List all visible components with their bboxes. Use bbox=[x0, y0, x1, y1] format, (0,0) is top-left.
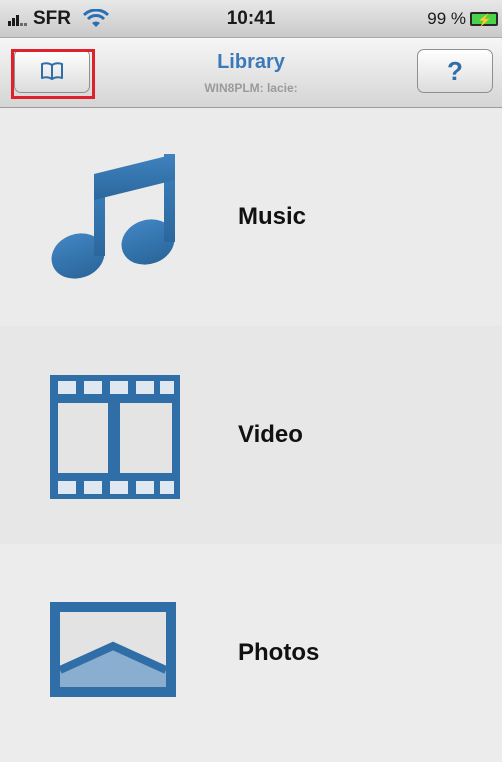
battery-icon: ⚡ bbox=[470, 12, 498, 27]
status-bar: SFR 10:41 99 % ⚡ bbox=[0, 0, 502, 38]
photo-icon bbox=[50, 602, 176, 697]
highlight-annotation bbox=[11, 49, 95, 99]
film-strip-icon bbox=[50, 375, 180, 499]
music-note-icon bbox=[51, 154, 175, 279]
library-list: Music Video Photos bbox=[0, 108, 502, 762]
list-item-video[interactable]: Video bbox=[0, 326, 502, 544]
help-label: ? bbox=[447, 55, 463, 86]
help-button[interactable]: ? bbox=[417, 49, 493, 93]
battery-percentage: 99 % bbox=[427, 9, 466, 28]
list-item-label: Music bbox=[238, 203, 307, 230]
list-item-photos[interactable]: Photos bbox=[0, 544, 502, 762]
status-right: 99 % ⚡ bbox=[427, 9, 498, 29]
list-item-music[interactable]: Music bbox=[0, 108, 502, 326]
list-item-label: Video bbox=[238, 421, 303, 448]
list-item-label: Photos bbox=[238, 639, 320, 666]
